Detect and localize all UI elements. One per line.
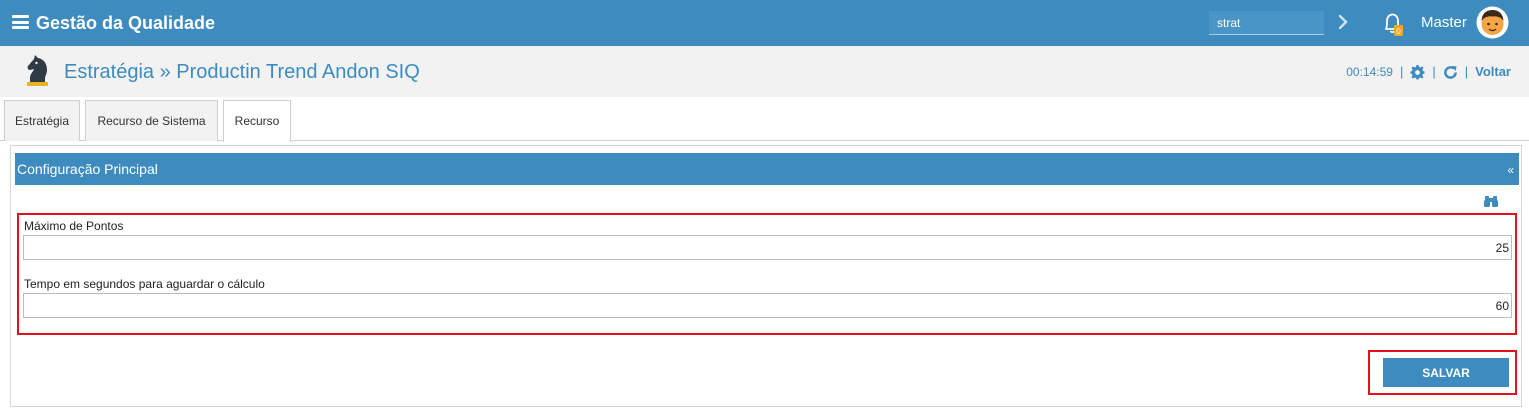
separator: | — [1399, 64, 1404, 79]
avatar[interactable] — [1476, 6, 1509, 39]
tab-estrategia[interactable]: Estratégia — [4, 100, 80, 141]
header-actions: 00:14:59 | | | Voltar — [1346, 64, 1511, 80]
chevron-right-icon[interactable] — [1336, 13, 1350, 31]
menu-icon[interactable] — [12, 15, 29, 29]
section-header: Configuração Principal « — [15, 153, 1519, 185]
tab-recurso-de-sistema[interactable]: Recurso de Sistema — [85, 100, 218, 141]
back-link[interactable]: Voltar — [1475, 64, 1511, 80]
user-name[interactable]: Master — [1421, 14, 1467, 32]
search-input[interactable] — [1209, 11, 1324, 35]
field-label-max-points: Máximo de Pontos — [24, 219, 124, 233]
page-title: Estratégia » Productin Trend Andon SIQ — [64, 61, 420, 83]
binoculars-icon[interactable] — [1484, 194, 1498, 208]
wait-time-input[interactable] — [23, 293, 1512, 318]
top-navbar: Gestão da Qualidade 0 Master — [0, 0, 1529, 46]
field-label-wait-time: Tempo em segundos para aguardar o cálcul… — [24, 277, 265, 291]
session-timer: 00:14:59 — [1346, 65, 1393, 79]
section-title: Configuração Principal — [17, 161, 158, 177]
page-header: Estratégia » Productin Trend Andon SIQ 0… — [0, 46, 1529, 97]
refresh-icon[interactable] — [1443, 65, 1458, 80]
max-points-input[interactable] — [23, 235, 1512, 260]
bell-icon[interactable]: 0 — [1380, 10, 1406, 38]
collapse-icon[interactable]: « — [1507, 163, 1514, 177]
separator: | — [1432, 64, 1436, 79]
notification-count: 0 — [1396, 27, 1401, 36]
tab-bar: Estratégia Recurso de Sistema Recurso — [0, 97, 1529, 142]
main-panel: Configuração Principal « Máximo de Ponto… — [10, 145, 1522, 407]
save-button[interactable]: SALVAR — [1383, 358, 1509, 387]
chess-knight-icon — [21, 52, 55, 88]
separator: | — [1464, 64, 1469, 79]
tab-recurso[interactable]: Recurso — [223, 100, 291, 142]
app-title[interactable]: Gestão da Qualidade — [36, 12, 215, 34]
gear-icon[interactable] — [1410, 64, 1425, 80]
